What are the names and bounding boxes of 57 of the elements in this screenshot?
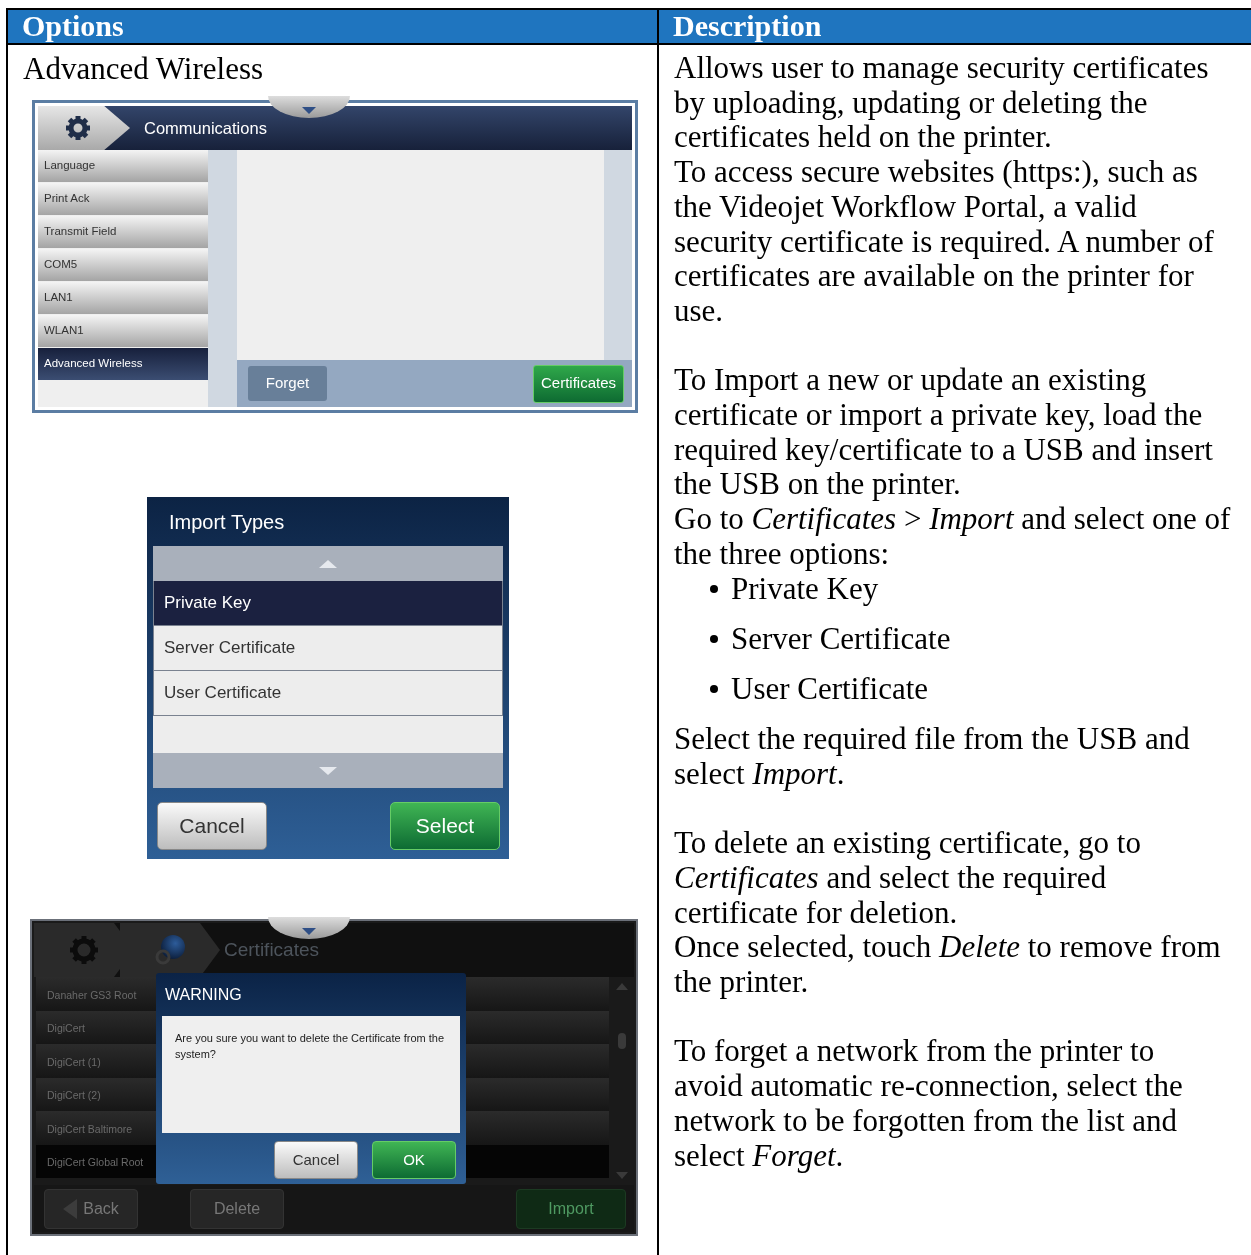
up-arrow-icon [319,559,337,568]
paragraph: Select the required file from the USB and select Import. [674,722,1190,792]
paragraph: Go to Certificates > Import and select one of the three options: [674,502,1231,572]
paragraph: Once selected, touch Delete to remove from the printer. [674,930,1221,1000]
globe-icon [154,934,186,966]
menu-item[interactable]: COM5 [38,249,208,281]
column-header: Description [672,10,823,43]
gear-icon [69,935,99,965]
bullet-icon [710,635,718,644]
certificate-name: DigiCert (2) [47,1089,101,1102]
dialog-title: WARNING [165,984,242,1005]
forget-button[interactable]: Forget [248,366,327,401]
down-arrow-icon [615,1172,628,1179]
menu-item[interactable]: Print Ack [38,183,208,215]
paragraph: Allows user to manage security certificates by uploading, updating or deleting the certificates held on the printer. [674,51,1209,156]
screen-title: Certificates [224,937,320,962]
paragraph: To forget a network from the printer to avoid automatic re-connection, select the network to be forgotten from the list and select Forget. [674,1034,1183,1174]
certificate-name: DigiCert (1) [47,1055,101,1068]
bullet-item: Private Key [731,571,879,607]
menu-item[interactable]: Language [38,150,208,182]
bullet-item: User Certificate [731,671,929,707]
bullet-item: Server Certificate [731,621,951,657]
paragraph: To Import a new or update an existing certificate or import a private key, load the required key/certificate to a USB and insert the USB on the printer. [674,363,1213,503]
select-button[interactable]: Select [390,802,500,850]
option-name: Advanced Wireless [22,51,264,87]
certificate-name: Danaher GS3 Root [47,988,137,1001]
bullet-icon [710,685,718,694]
scroll-down-button[interactable] [153,753,503,788]
gear-icon [65,115,91,141]
list-option[interactable]: Server Certificate [153,626,503,671]
scroll-up-button[interactable] [153,546,503,581]
dialog-title: Import Types [169,509,285,535]
menu-item[interactable]: Transmit Field [38,216,208,248]
certificate-name: DigiCert Baltimore [47,1122,133,1135]
caret-icon [302,107,316,114]
paragraph: To delete an existing certificate, go to Certificates and select the required certificate for deletion. [674,826,1141,931]
bullet-icon [710,584,718,593]
cancel-button[interactable]: Cancel [274,1141,358,1179]
scrollbar-thumb[interactable] [617,1033,626,1049]
column-header: Options [8,10,659,43]
dialog-message: Are you sure you want to delete the Certificate from the system? [175,1031,446,1062]
certificates-button[interactable]: Certificates [532,364,624,403]
certificate-name: DigiCert [47,1022,85,1035]
screen-title: Communications [144,117,267,139]
menu-item[interactable]: Advanced Wireless [38,348,208,380]
cancel-button[interactable]: Cancel [157,802,267,850]
caret-icon [302,928,316,935]
paragraph: To access secure websites (https:), such as the Videojet Workflow Portal, a valid security certificate is required. A number of certificates are available on the printer for use. [674,155,1214,329]
list-option[interactable]: Private Key [153,581,503,626]
certificate-name: DigiCert Global Root [47,1156,144,1169]
list-option[interactable]: User Certificate [153,671,503,716]
ok-button[interactable]: OK [372,1141,456,1179]
import-button[interactable]: Import [516,1188,626,1229]
down-arrow-icon [319,766,337,775]
menu-item[interactable]: WLAN1 [38,315,208,347]
menu-item[interactable]: LAN1 [38,282,208,314]
up-arrow-icon [615,983,628,990]
